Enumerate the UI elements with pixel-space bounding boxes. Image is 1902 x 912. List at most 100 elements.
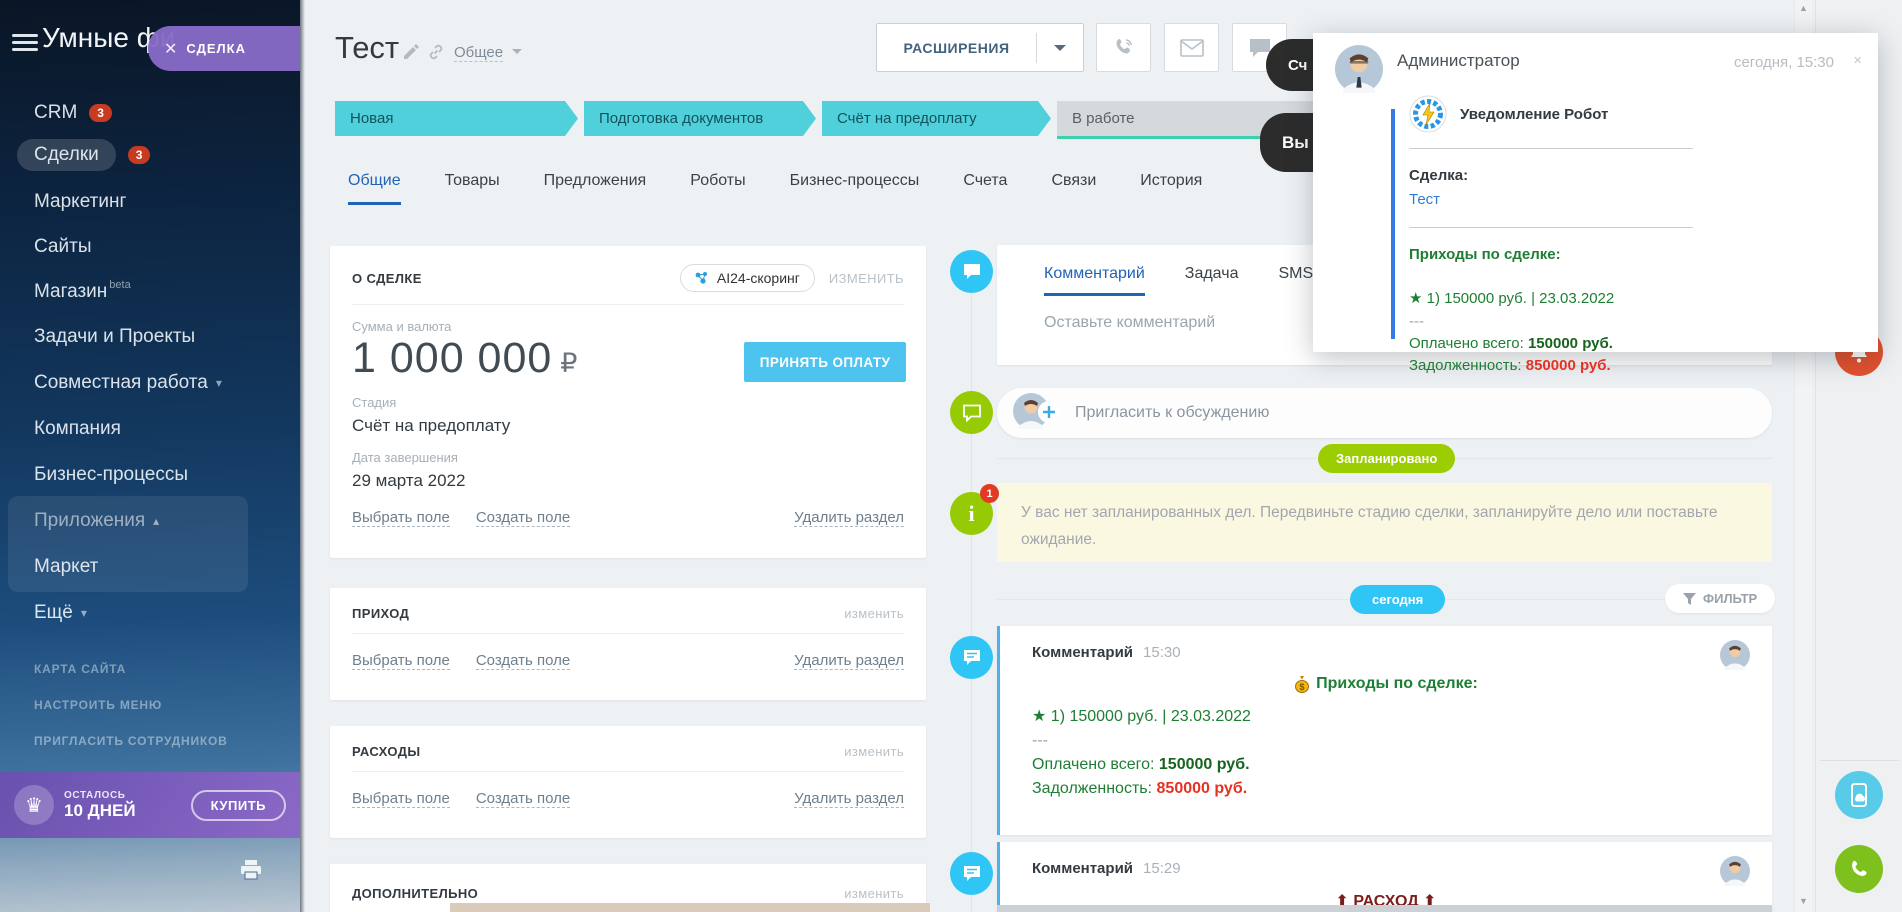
stage-value[interactable]: Счёт на предоплату	[352, 416, 904, 436]
extensions-button[interactable]: РАСШИРЕНИЯ	[876, 23, 1084, 72]
avatar	[1013, 392, 1060, 434]
comment-title: $ Приходы по сделке:	[1000, 675, 1772, 693]
avatar[interactable]	[1720, 640, 1750, 675]
printer-icon[interactable]	[240, 860, 262, 885]
composer-tab-comment[interactable]: Комментарий	[1044, 265, 1145, 296]
tab-quotes[interactable]: Предложения	[544, 172, 647, 205]
additional-edit-link[interactable]: изменить	[844, 886, 904, 901]
currency-sign: ₽	[560, 348, 579, 378]
delete-section-link[interactable]: Удалить раздел	[794, 509, 904, 527]
bottom-scroll-strip	[997, 905, 1772, 912]
tab-invoices[interactable]: Счета	[963, 172, 1007, 205]
sidebar-item-shop[interactable]: Магазин beta	[34, 277, 131, 307]
discussion-bubble-icon	[950, 391, 993, 434]
create-field-link[interactable]: Создать поле	[475, 652, 571, 670]
svg-text:$: $	[1300, 682, 1305, 692]
robot-label: Уведомление Робот	[1460, 105, 1609, 123]
trial-days: 10 ДНЕЙ	[64, 800, 136, 820]
crown-icon: ♛	[14, 785, 54, 825]
additional-section-title: ДОПОЛНИТЕЛЬНО	[352, 886, 479, 901]
slider-deal-chip[interactable]: ✕ СДЕЛКА	[148, 26, 300, 71]
tab-robots[interactable]: Роботы	[690, 172, 745, 205]
scroll-down-icon[interactable]: ▼	[1799, 896, 1808, 906]
tab-history[interactable]: История	[1140, 172, 1202, 205]
sidebar-item-apps[interactable]: Приложения ▴	[34, 506, 159, 536]
comment-card-1529: Комментарий 15:29 ⬆ РАСХОД ⬆	[997, 842, 1772, 912]
avatar[interactable]	[1720, 856, 1750, 891]
extensions-caret-icon[interactable]	[1037, 44, 1083, 51]
select-field-link[interactable]: Выбрать поле	[352, 509, 450, 527]
planned-badge: Запланировано	[1318, 444, 1456, 473]
scope-selector[interactable]: Общее	[454, 44, 504, 62]
notification-author[interactable]: Администратор	[1397, 51, 1520, 71]
create-field-link[interactable]: Создать поле	[475, 509, 571, 527]
invite-employees-link[interactable]: ПРИГЛАСИТЬ СОТРУДНИКОВ	[34, 734, 228, 748]
expenses-section-title: РАСХОДЫ	[352, 744, 421, 759]
select-field-link[interactable]: Выбрать поле	[352, 652, 450, 670]
today-badge: сегодня	[1350, 585, 1446, 614]
close-icon[interactable]: ✕	[164, 39, 177, 59]
buy-button[interactable]: КУПИТЬ	[190, 789, 286, 821]
income-title: Приходы по сделке:	[1409, 246, 1561, 263]
delete-section-link[interactable]: Удалить раздел	[794, 790, 904, 808]
comment-icon	[950, 852, 993, 895]
tab-links[interactable]: Связи	[1051, 172, 1096, 205]
ai-scoring-button[interactable]: AI24-скоринг	[679, 264, 815, 292]
about-deal-card: О СДЕЛКЕ AI24-скоринг ИЗМЕНИТЬ Сумма и в…	[330, 246, 926, 558]
rail-divider	[1820, 760, 1899, 761]
tab-general[interactable]: Общие	[348, 172, 401, 205]
sidebar-item-deals[interactable]: Сделки 3	[17, 139, 151, 171]
deal-title[interactable]: Тест	[335, 30, 399, 66]
stage-new[interactable]: Новая	[335, 101, 578, 136]
money-bag-icon: $	[1295, 675, 1310, 693]
sidebar-item-tasks[interactable]: Задачи и Проекты	[34, 322, 195, 352]
chevron-down-icon: ▾	[215, 376, 222, 390]
close-date-value[interactable]: 29 марта 2022	[352, 471, 904, 491]
sidebar-item-bizproc[interactable]: Бизнес-процессы	[34, 460, 188, 490]
mail-button[interactable]	[1164, 23, 1219, 72]
link-icon[interactable]	[428, 44, 444, 65]
debt-line: Задолженность: 850000 руб.	[1032, 780, 1248, 797]
filter-button[interactable]: ФИЛЬТР	[1665, 584, 1776, 613]
mobile-app-button[interactable]	[1835, 771, 1883, 819]
composer-tab-task[interactable]: Задача	[1185, 265, 1239, 296]
sidebar-item-sites[interactable]: Сайты	[34, 232, 91, 262]
close-icon[interactable]: ×	[1853, 52, 1862, 69]
mobile-cloud-icon	[1851, 783, 1867, 807]
sidebar-item-crm[interactable]: CRM 3	[34, 98, 112, 128]
sidebar-item-market[interactable]: Маркет	[34, 552, 98, 582]
about-edit-link[interactable]: ИЗМЕНИТЬ	[829, 271, 904, 286]
add-user-plus-icon	[1038, 400, 1060, 423]
accept-payment-button[interactable]: ПРИНЯТЬ ОПЛАТУ	[744, 342, 906, 382]
tab-products[interactable]: Товары	[445, 172, 500, 205]
sitemap-link[interactable]: КАРТА САЙТА	[34, 662, 228, 676]
income-section-title: ПРИХОД	[352, 606, 410, 621]
robot-icon	[1409, 95, 1447, 133]
deal-link[interactable]: Тест	[1409, 188, 1709, 212]
comment-bubble-icon	[950, 250, 993, 293]
configure-menu-link[interactable]: НАСТРОИТЬ МЕНЮ	[34, 698, 228, 712]
tab-bizproc[interactable]: Бизнес-процессы	[790, 172, 920, 205]
avatar[interactable]	[1335, 45, 1383, 98]
alert-count-badge: 1	[980, 484, 999, 503]
scroll-up-icon[interactable]: ▲	[1799, 3, 1808, 13]
about-section-title: О СДЕЛКЕ	[352, 270, 422, 286]
stage-prepay-invoice[interactable]: Счёт на предоплату	[822, 101, 1051, 136]
income-edit-link[interactable]: изменить	[844, 606, 904, 621]
phone-button[interactable]	[1096, 23, 1151, 72]
hamburger-menu-icon[interactable]	[12, 30, 38, 55]
stage-docs[interactable]: Подготовка документов	[584, 101, 816, 136]
sidebar-item-marketing[interactable]: Маркетинг	[34, 187, 126, 217]
sidebar-item-collab[interactable]: Совместная работа ▾	[34, 368, 222, 398]
invite-to-discussion[interactable]: Пригласить к обсуждению	[997, 388, 1772, 438]
edit-title-icon[interactable]	[404, 44, 419, 64]
select-field-link[interactable]: Выбрать поле	[352, 790, 450, 808]
create-field-link[interactable]: Создать поле	[475, 790, 571, 808]
expenses-edit-link[interactable]: изменить	[844, 744, 904, 759]
no-planned-alert: У вас нет запланированных дел. Передвинь…	[997, 483, 1772, 562]
sidebar-item-more[interactable]: Ещё ▾	[34, 598, 87, 628]
delete-section-link[interactable]: Удалить раздел	[794, 652, 904, 670]
telephony-button[interactable]	[1835, 845, 1883, 893]
funnel-icon	[1683, 592, 1696, 605]
sidebar-item-company[interactable]: Компания	[34, 414, 121, 444]
